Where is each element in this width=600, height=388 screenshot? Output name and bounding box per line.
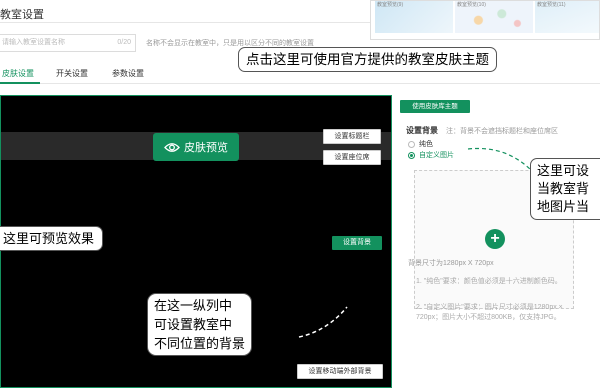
- skin-thumbnail-strip: 教室预览(9) 教室预览(10) 教室预览(11): [370, 0, 600, 40]
- skin-thumbnail[interactable]: 教室预览(10): [455, 1, 533, 33]
- skin-thumbnail[interactable]: 教室预览(11): [535, 1, 599, 33]
- thumbnail-label: 教室预览(11): [537, 2, 566, 8]
- skin-preview-button[interactable]: 皮肤预览: [153, 133, 239, 161]
- set-title-bar-button[interactable]: 设置标题栏: [323, 129, 381, 144]
- set-seat-bar-button[interactable]: 设置座位席: [323, 150, 381, 165]
- background-note: 注：背景不会遮挡标题栏和座位席区: [446, 128, 558, 135]
- dashed-pointer-line: [298, 306, 348, 338]
- skin-thumbnail[interactable]: 教室预览(9): [375, 1, 453, 33]
- thumbnail-label: 教室预览(9): [377, 2, 404, 8]
- radio-label: 纯色: [419, 141, 433, 148]
- callout-line: 在这一纵列中: [154, 298, 233, 313]
- skin-preview-label: 皮肤预览: [184, 142, 228, 154]
- thumbnail-label: 教室预览(10): [457, 2, 486, 8]
- active-tab-indicator: [0, 82, 40, 84]
- radio-circle: [408, 140, 415, 148]
- callout-background-column: 在这一纵列中 可设置教室中 不同位置的背景: [147, 293, 253, 356]
- callout-line: 当教室背: [537, 181, 590, 196]
- radio-circle: [408, 151, 415, 159]
- tab-switch-settings[interactable]: 开关设置: [56, 68, 88, 79]
- set-outer-background-button[interactable]: 设置移动端外部背景: [297, 364, 383, 379]
- radio-solid-color[interactable]: 纯色: [408, 139, 433, 149]
- callout-line: 不同位置的背景: [154, 336, 246, 351]
- name-char-counter: 0/20: [117, 39, 131, 46]
- radio-label: 自定义图片: [419, 152, 454, 159]
- tab-parameter-settings[interactable]: 参数设置: [112, 68, 144, 79]
- classroom-name-input[interactable]: 请输入教室设置名称 0/20: [0, 34, 136, 52]
- callout-skin-library: 点击这里可使用官方提供的教室皮肤主题: [238, 47, 497, 72]
- callout-line: 这里可设: [537, 163, 590, 178]
- background-settings-panel: 使用皮肤库主题 设置背景 注：背景不会遮挡标题栏和座位席区 纯色 自定义图片 +…: [392, 95, 600, 388]
- callout-custom-image: 这里可设 当教室背 地图片当: [530, 158, 600, 220]
- callout-line: 地图片当: [537, 199, 590, 214]
- radio-custom-image[interactable]: 自定义图片: [408, 150, 454, 160]
- set-background-button[interactable]: 设置背景: [332, 236, 382, 250]
- callout-preview: 这里可预览效果: [0, 226, 104, 251]
- solid-color-note: 1. "纯色"要求：颜色值必须是十六进制颜色码。: [416, 278, 562, 285]
- use-skin-library-button[interactable]: 使用皮肤库主题: [400, 100, 470, 113]
- custom-image-note: 2. "自定义图片"要求：图片尺寸必须是1280px × 720px；图片大小不…: [416, 304, 563, 321]
- plus-icon: +: [485, 229, 505, 249]
- tab-skin-settings[interactable]: 皮肤设置: [2, 68, 34, 79]
- background-size-text: 背景尺寸为1280px X 720px: [408, 260, 494, 267]
- background-label: 设置背景: [406, 126, 438, 135]
- page-title: 教室设置: [0, 9, 44, 21]
- name-placeholder: 请输入教室设置名称: [2, 39, 65, 46]
- eye-icon: [164, 142, 180, 152]
- callout-line: 可设置教室中: [154, 317, 233, 332]
